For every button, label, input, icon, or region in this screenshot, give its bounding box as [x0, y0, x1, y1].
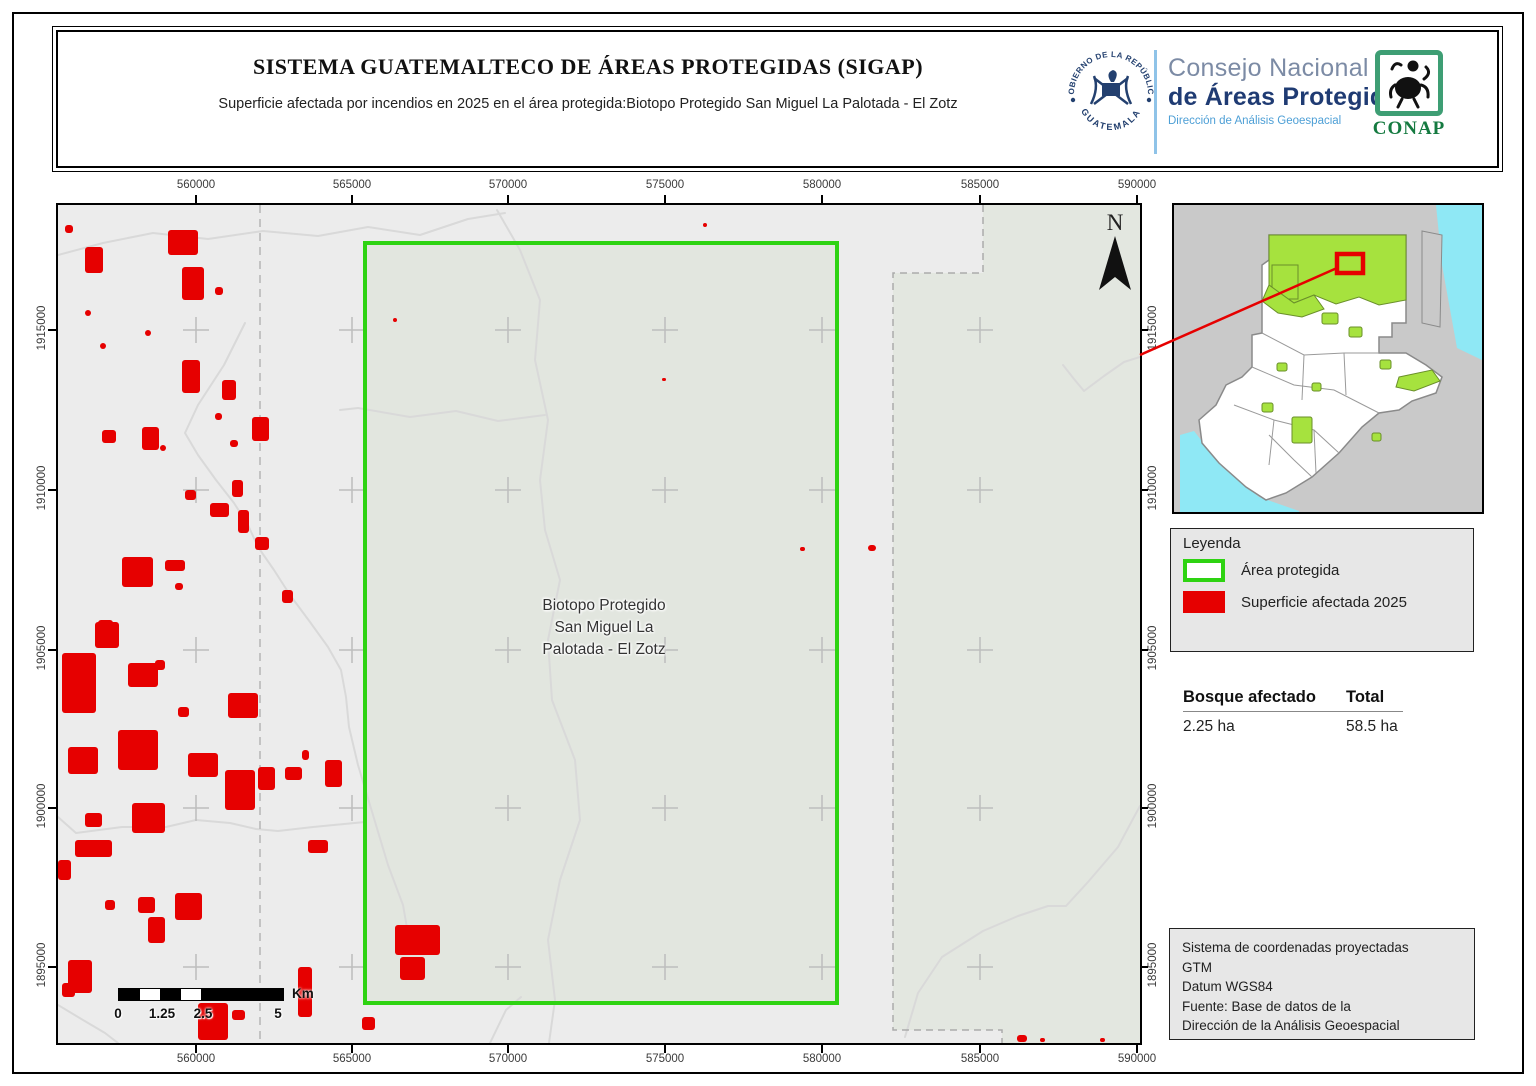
x-tick-mark — [507, 195, 509, 203]
scale-bar-segment — [201, 989, 283, 1000]
affected-area-swatch — [1183, 591, 1225, 613]
conap-label: CONAP — [1366, 118, 1452, 140]
header-inner-border: SISTEMA GUATEMALTECO DE ÁREAS PROTEGIDAS… — [56, 30, 1499, 168]
page-title: SISTEMA GUATEMALTECO DE ÁREAS PROTEGIDAS… — [118, 54, 1058, 80]
x-tick-mark — [979, 1045, 981, 1053]
protected-area-label: Biotopo Protegido San Miguel La Palotada… — [454, 595, 754, 661]
legend-title: Leyenda — [1183, 535, 1241, 552]
y-tick-mark — [48, 329, 56, 331]
scale-bar-segments — [118, 988, 284, 1001]
x-tick-mark — [821, 195, 823, 203]
y-axis-label-right: 1915000 — [1147, 283, 1159, 373]
x-axis-label-top: 585000 — [935, 179, 1025, 191]
col-total: Total — [1346, 688, 1384, 707]
conap-monkey-icon — [1375, 50, 1443, 116]
col-bosque-afectado: Bosque afectado — [1183, 688, 1346, 707]
guatemala-seal-logo: GOBIERNO DE LA REPÚBLICA GUATEMALA — [1061, 42, 1161, 142]
y-axis-label-left: 1895000 — [36, 920, 48, 1010]
x-tick-mark — [507, 1045, 509, 1053]
y-axis-label-left: 1915000 — [36, 283, 48, 373]
x-axis-label-bottom: 560000 — [151, 1053, 241, 1065]
x-axis-label-bottom: 580000 — [777, 1053, 867, 1065]
affected-forest-table: Bosque afectado Total 2.25 ha 58.5 ha — [1183, 688, 1403, 736]
x-axis-label-bottom: 575000 — [620, 1053, 710, 1065]
x-tick-mark — [1136, 195, 1138, 203]
north-arrow: N — [1093, 210, 1137, 299]
scale-bar-tick-label: 2.5 — [194, 1006, 213, 1021]
legend-box: Leyenda Área protegida Superficie afecta… — [1170, 528, 1474, 652]
x-axis-label-bottom: 565000 — [307, 1053, 397, 1065]
north-arrow-icon — [1097, 236, 1133, 294]
coordinate-system-box: Sistema de coordenadas proyectadas GTM D… — [1169, 928, 1475, 1040]
y-axis-label-right: 1910000 — [1147, 443, 1159, 533]
x-tick-mark — [664, 1045, 666, 1053]
y-tick-mark — [1140, 966, 1148, 968]
y-axis-label-right: 1905000 — [1147, 603, 1159, 693]
x-axis-label-top: 570000 — [463, 179, 553, 191]
y-tick-mark — [48, 807, 56, 809]
table-divider — [1183, 711, 1403, 712]
legend-item-protected: Área protegida — [1183, 559, 1339, 582]
x-tick-mark — [1136, 1045, 1138, 1053]
info-line: Dirección de la Análisis Geoespacial — [1182, 1016, 1462, 1036]
logo-separator — [1154, 50, 1157, 154]
info-line: Datum WGS84 — [1182, 977, 1462, 997]
scale-bar-tick-label: 5 — [274, 1006, 282, 1021]
scale-bar: 01.252.55 Km — [118, 988, 348, 1030]
scale-bar-tick-label: 0 — [114, 1006, 122, 1021]
scale-bar-unit: Km — [292, 986, 314, 1001]
y-axis-label-right: 1900000 — [1147, 761, 1159, 851]
y-tick-mark — [1140, 807, 1148, 809]
info-line: Fuente: Base de datos de la — [1182, 997, 1462, 1017]
main-map: Biotopo Protegido San Miguel La Palotada… — [56, 203, 1142, 1045]
x-tick-mark — [195, 1045, 197, 1053]
conap-logo: CONAP — [1366, 50, 1452, 140]
x-axis-label-top: 590000 — [1092, 179, 1182, 191]
legend-item-affected: Superficie afectada 2025 — [1183, 591, 1407, 613]
y-tick-mark — [1140, 489, 1148, 491]
inset-locator-map — [1172, 203, 1484, 514]
x-tick-mark — [351, 1045, 353, 1053]
x-tick-mark — [979, 195, 981, 203]
scale-bar-segment — [160, 989, 181, 1000]
x-tick-mark — [351, 195, 353, 203]
table-value-row: 2.25 ha 58.5 ha — [1183, 718, 1403, 736]
scale-bar-tick-label: 1.25 — [149, 1006, 175, 1021]
x-tick-mark — [821, 1045, 823, 1053]
map-document: SISTEMA GUATEMALTECO DE ÁREAS PROTEGIDAS… — [0, 0, 1536, 1086]
bosque-afectado-value: 2.25 ha — [1183, 718, 1346, 736]
info-line: Sistema de coordenadas proyectadas — [1182, 938, 1462, 958]
scale-bar-segment — [181, 989, 202, 1000]
y-tick-mark — [48, 649, 56, 651]
page-subtitle: Superficie afectada por incendios en 202… — [188, 94, 988, 115]
y-axis-label-left: 1910000 — [36, 443, 48, 533]
x-axis-label-top: 560000 — [151, 179, 241, 191]
x-axis-label-top: 575000 — [620, 179, 710, 191]
y-tick-mark — [1140, 329, 1148, 331]
scale-bar-segment — [119, 989, 140, 1000]
scale-bar-segment — [140, 989, 161, 1000]
y-tick-mark — [48, 489, 56, 491]
y-axis-label-left: 1900000 — [36, 761, 48, 851]
y-axis-label-left: 1905000 — [36, 603, 48, 693]
x-tick-mark — [664, 195, 666, 203]
north-label: N — [1093, 210, 1137, 236]
x-axis-label-bottom: 585000 — [935, 1053, 1025, 1065]
x-axis-label-top: 580000 — [777, 179, 867, 191]
table-header-row: Bosque afectado Total — [1183, 688, 1403, 707]
total-value: 58.5 ha — [1346, 718, 1398, 736]
protected-area-swatch — [1183, 559, 1225, 582]
x-axis-label-top: 565000 — [307, 179, 397, 191]
y-tick-mark — [48, 966, 56, 968]
header-box: SISTEMA GUATEMALTECO DE ÁREAS PROTEGIDAS… — [52, 26, 1503, 172]
y-axis-label-right: 1895000 — [1147, 920, 1159, 1010]
x-axis-label-bottom: 590000 — [1092, 1053, 1182, 1065]
y-tick-mark — [1140, 649, 1148, 651]
info-line: GTM — [1182, 958, 1462, 978]
x-axis-label-bottom: 570000 — [463, 1053, 553, 1065]
x-tick-mark — [195, 195, 197, 203]
